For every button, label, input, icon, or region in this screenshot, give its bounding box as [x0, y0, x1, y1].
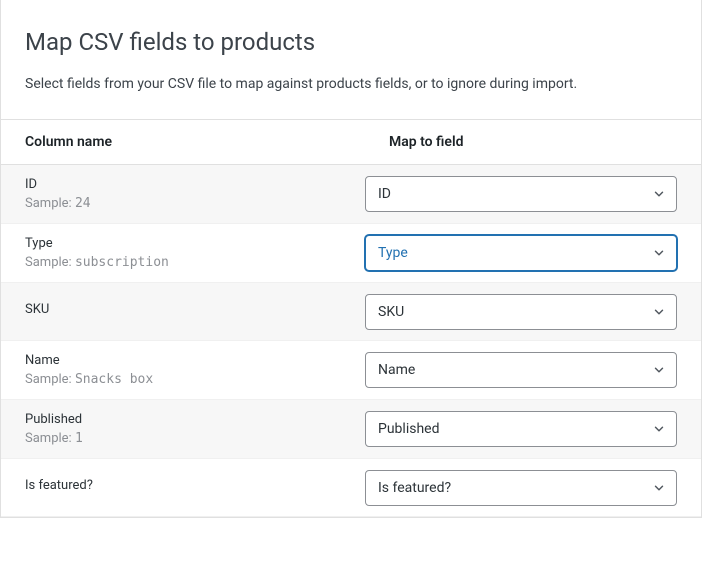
select-value: Is featured?: [378, 480, 451, 496]
column-name-label: Name: [25, 353, 341, 368]
sample-prefix: Sample:: [25, 255, 72, 270]
sample-text: Sample: Snacks box: [25, 372, 341, 387]
column-name-label: SKU: [25, 302, 341, 317]
sample-value: 24: [75, 196, 91, 211]
sample-prefix: Sample:: [25, 196, 72, 211]
column-name-cell: Published Sample: 1: [1, 400, 365, 458]
column-name-label: ID: [25, 177, 341, 192]
table-row: SKU SKU: [1, 283, 701, 341]
select-value: SKU: [378, 304, 404, 320]
column-name-cell: SKU: [1, 290, 365, 333]
column-name-cell: ID Sample: 24: [1, 165, 365, 223]
map-field-cell: Published: [365, 401, 701, 457]
sample-text: Sample: 24: [25, 196, 341, 211]
table-row: Is featured? Is featured?: [1, 459, 701, 517]
map-field-cell: ID: [365, 166, 701, 222]
map-field-select[interactable]: Is featured?: [365, 470, 677, 506]
column-name-cell: Is featured?: [1, 466, 365, 509]
table-row: Type Sample: subscription Type: [1, 224, 701, 283]
column-name-label: Is featured?: [25, 478, 341, 493]
map-field-select[interactable]: Published: [365, 411, 677, 447]
column-name-label: Published: [25, 412, 341, 427]
column-name-cell: Type Sample: subscription: [1, 224, 365, 282]
csv-mapping-panel: Map CSV fields to products Select fields…: [0, 0, 702, 518]
table-row: ID Sample: 24 ID: [1, 165, 701, 224]
sample-value: subscription: [75, 255, 169, 270]
panel-header: Map CSV fields to products Select fields…: [1, 0, 701, 119]
map-field-cell: Is featured?: [365, 460, 701, 516]
chevron-down-icon: [652, 422, 666, 436]
select-value: ID: [378, 186, 391, 202]
sample-prefix: Sample:: [25, 431, 72, 446]
map-field-cell: Type: [365, 225, 701, 281]
map-field-select[interactable]: ID: [365, 176, 677, 212]
column-name-header: Column name: [1, 120, 365, 164]
map-field-cell: Name: [365, 342, 701, 398]
chevron-down-icon: [652, 481, 666, 495]
chevron-down-icon: [652, 246, 666, 260]
map-field-select[interactable]: SKU: [365, 294, 677, 330]
sample-text: Sample: 1: [25, 431, 341, 446]
chevron-down-icon: [652, 363, 666, 377]
map-field-select[interactable]: Type: [365, 235, 677, 271]
table-body: IDSample: 24IDTypeSample: subscriptionTy…: [1, 165, 701, 517]
select-value: Type: [378, 245, 408, 261]
sample-text: Sample: subscription: [25, 255, 341, 270]
table-header: Column name Map to field: [1, 119, 701, 165]
sample-value: 1: [75, 431, 83, 446]
column-name-cell: Name Sample: Snacks box: [1, 341, 365, 399]
page-subtitle: Select fields from your CSV file to map …: [25, 74, 677, 95]
table-row: Name Sample: Snacks box Name: [1, 341, 701, 400]
mapping-table: Column name Map to field ID Sample: 24 ID T…: [1, 119, 701, 517]
select-value: Published: [378, 421, 439, 437]
sample-value: Snacks box: [75, 372, 153, 387]
table-row: Published Sample: 1 Published: [1, 400, 701, 459]
column-name-label: Type: [25, 236, 341, 251]
chevron-down-icon: [652, 187, 666, 201]
chevron-down-icon: [652, 305, 666, 319]
sample-prefix: Sample:: [25, 372, 72, 387]
map-field-cell: SKU: [365, 284, 701, 340]
select-value: Name: [378, 362, 415, 378]
page-title: Map CSV fields to products: [25, 28, 677, 56]
map-field-select[interactable]: Name: [365, 352, 677, 388]
map-to-field-header: Map to field: [365, 120, 701, 164]
